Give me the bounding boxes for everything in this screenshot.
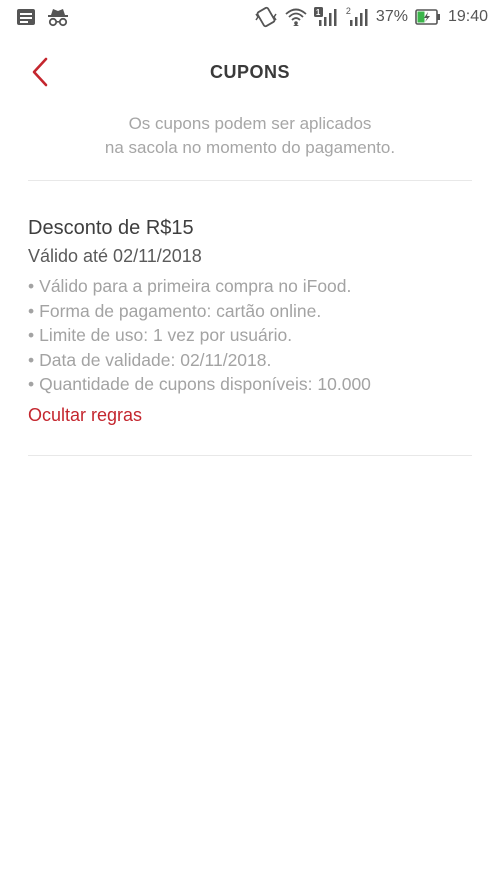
coupon-rules: • Válido para a primeira compra no iFood.… [28, 274, 472, 397]
coupon-rule-text: Forma de pagamento: cartão online. [39, 300, 322, 321]
coupon-rule: • Forma de pagamento: cartão online. [28, 300, 322, 321]
coupon-rule-text: Data de validade: 02/11/2018. [39, 349, 272, 370]
divider-top [28, 180, 472, 181]
coupon-rule-text: Válido para a primeira compra no iFood. [39, 276, 352, 296]
coupons-info-line-1: Os cupons podem ser aplicados [128, 114, 372, 133]
hide-rules-link[interactable]: Ocultar regras [28, 405, 142, 426]
wifi-icon [285, 7, 307, 27]
coupon-title: Desconto de R$15 [28, 217, 194, 239]
page-title: CUPONS [209, 62, 290, 82]
status-bar: 1 2 37% 19:40 [0, 0, 500, 34]
sim2-badge: 2 [345, 6, 351, 16]
coupon-rule-text: Quantidade de cupons disponíveis: 10.000 [39, 374, 371, 394]
notification-icon [16, 8, 36, 26]
coupon-rule-text: Limite de uso: 1 vez por usuário. [39, 325, 293, 345]
sim1-badge: 1 [315, 8, 321, 17]
coupon-rule: • Quantidade de cupons disponíveis: 10.00… [28, 374, 371, 394]
coupon-card: Desconto de R$15 Válido até 02/11/2018 •… [28, 214, 472, 426]
battery-percent: 37% [375, 8, 408, 25]
coupons-info-text: Os cupons podem ser aplicados na sacola … [40, 112, 460, 160]
coupon-validity: Válido até 02/11/2018 [28, 246, 202, 266]
battery-charging-icon [415, 9, 441, 25]
header: CUPONS [0, 40, 500, 104]
clock: 19:40 [447, 8, 488, 25]
incognito-icon [46, 7, 70, 27]
vibrate-icon [254, 6, 278, 28]
coupons-info-line-2: na sacola no momento do pagamento. [104, 138, 396, 157]
signal-sim1-icon: 1 [313, 7, 338, 27]
coupon-rule: • Data de validade: 02/11/2018. [28, 349, 272, 370]
divider-bottom [28, 455, 472, 456]
coupon-rule: • Limite de uso: 1 vez por usuário. [28, 325, 293, 345]
coupon-rule: • Válido para a primeira compra no iFood. [28, 276, 352, 296]
signal-sim2-icon: 2 [345, 6, 369, 27]
